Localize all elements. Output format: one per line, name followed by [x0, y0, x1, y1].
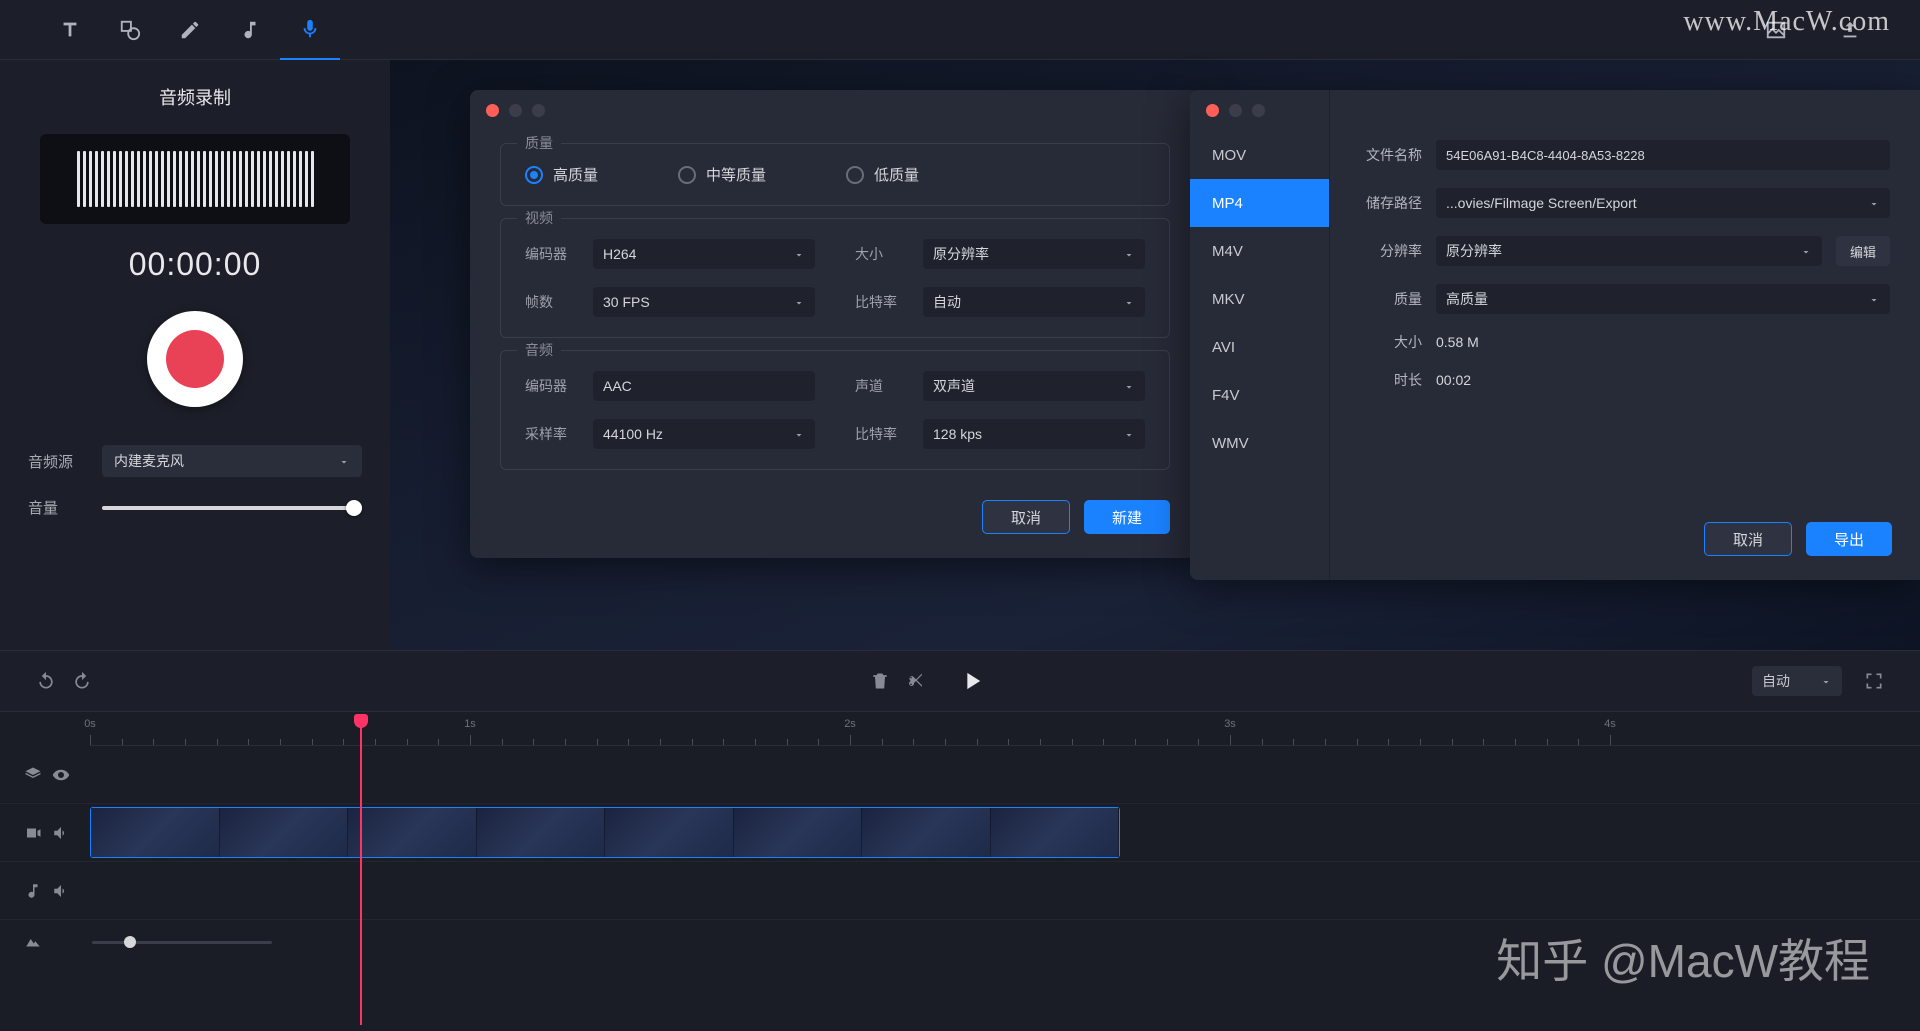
cancel-button[interactable]: 取消 [982, 500, 1070, 534]
format-list: MOV MP4 M4V MKV AVI F4V WMV [1190, 90, 1330, 580]
chevron-down-icon [1820, 675, 1832, 687]
pencil-tool[interactable] [160, 0, 220, 60]
quality-high-radio[interactable]: 高质量 [525, 164, 598, 185]
timeline-ruler[interactable]: 0s1s2s3s4s [90, 712, 1920, 746]
track-layer [0, 746, 1920, 804]
redo-icon[interactable] [64, 663, 100, 699]
text-tool[interactable] [40, 0, 100, 60]
image-icon[interactable] [1746, 0, 1806, 60]
duration-value: 00:02 [1436, 372, 1471, 388]
settings-dialog: 质量 高质量 中等质量 低质量 视频 编码器H264 大小原分辨率 帧数30 F… [470, 90, 1200, 558]
play-icon[interactable] [954, 663, 990, 699]
video-clip[interactable] [90, 807, 1120, 858]
playhead[interactable] [360, 722, 362, 1025]
audio-source-label: 音频源 [28, 451, 84, 472]
quality-fieldset: 质量 高质量 中等质量 低质量 [500, 143, 1170, 206]
zoom-slider[interactable] [92, 941, 272, 944]
audio-fieldset: 音频 编码器AAC 声道双声道 采样率44100 Hz 比特率128 kps [500, 350, 1170, 470]
format-m4v[interactable]: M4V [1190, 227, 1329, 275]
track-zoom [0, 920, 1920, 964]
edit-button[interactable]: 编辑 [1836, 236, 1890, 266]
audio-bitrate-select[interactable]: 128 kps [923, 419, 1145, 449]
export-dialog: MOV MP4 M4V MKV AVI F4V WMV 文件名称54E06A91… [1190, 90, 1920, 580]
audio-sample-select[interactable]: 44100 Hz [593, 419, 815, 449]
mic-tool[interactable] [280, 0, 340, 60]
music-icon[interactable] [24, 882, 42, 900]
quality-medium-radio[interactable]: 中等质量 [678, 164, 766, 185]
video-fieldset: 视频 编码器H264 大小原分辨率 帧数30 FPS 比特率自动 [500, 218, 1170, 338]
speaker-icon[interactable] [52, 824, 70, 842]
shape-tool[interactable] [100, 0, 160, 60]
create-button[interactable]: 新建 [1084, 500, 1170, 534]
filename-input[interactable]: 54E06A91-B4C8-4404-8A53-8228 [1436, 140, 1890, 170]
size-value: 0.58 M [1436, 334, 1479, 350]
record-timer: 00:00:00 [28, 246, 362, 283]
audio-channel-select[interactable]: 双声道 [923, 371, 1145, 401]
format-avi[interactable]: AVI [1190, 323, 1329, 371]
audio-source-select[interactable]: 内建麦克风 [102, 445, 362, 477]
format-mov[interactable]: MOV [1190, 131, 1329, 179]
video-size-select[interactable]: 原分辨率 [923, 239, 1145, 269]
panel-title: 音频录制 [28, 84, 362, 110]
track-video [0, 804, 1920, 862]
quality-low-radio[interactable]: 低质量 [846, 164, 919, 185]
chevron-down-icon [1868, 197, 1880, 209]
chevron-down-icon [1123, 428, 1135, 440]
format-mp4[interactable]: MP4 [1190, 179, 1329, 227]
track-audio [0, 862, 1920, 920]
trash-icon[interactable] [862, 663, 898, 699]
chevron-down-icon [1868, 293, 1880, 305]
window-controls[interactable] [470, 90, 1200, 131]
chevron-down-icon [1800, 245, 1812, 257]
timeline: 0s1s2s3s4s [0, 712, 1920, 1031]
layers-icon[interactable] [24, 766, 42, 784]
video-fps-select[interactable]: 30 FPS [593, 287, 815, 317]
speaker-icon[interactable] [52, 882, 70, 900]
close-icon[interactable] [1206, 104, 1219, 117]
eye-icon[interactable] [52, 766, 70, 784]
chevron-down-icon [793, 248, 805, 260]
chevron-down-icon [793, 428, 805, 440]
music-tool[interactable] [220, 0, 280, 60]
export-cancel-button[interactable]: 取消 [1704, 522, 1792, 556]
record-button[interactable] [147, 311, 243, 407]
video-icon[interactable] [24, 824, 42, 842]
chevron-down-icon [1123, 248, 1135, 260]
export-button[interactable]: 导出 [1806, 522, 1892, 556]
top-toolbar [0, 0, 1920, 60]
chevron-down-icon [1123, 296, 1135, 308]
path-select[interactable]: ...ovies/Filmage Screen/Export [1436, 188, 1890, 218]
chevron-down-icon [1123, 380, 1135, 392]
fullscreen-icon[interactable] [1856, 663, 1892, 699]
volume-slider[interactable] [102, 506, 362, 510]
audio-encoder-field[interactable]: AAC [593, 371, 815, 401]
quality-select[interactable]: 高质量 [1436, 284, 1890, 314]
chevron-down-icon [338, 455, 350, 467]
format-wmv[interactable]: WMV [1190, 419, 1329, 467]
audio-record-panel: 音频录制 00:00:00 音频源 内建麦克风 音量 [0, 60, 390, 650]
volume-label: 音量 [28, 497, 84, 518]
waveform-display [40, 134, 350, 224]
mountain-icon [24, 933, 42, 951]
window-controls[interactable] [1190, 90, 1329, 131]
chevron-down-icon [793, 296, 805, 308]
format-mkv[interactable]: MKV [1190, 275, 1329, 323]
undo-icon[interactable] [28, 663, 64, 699]
export-icon[interactable] [1820, 0, 1880, 60]
close-icon[interactable] [486, 104, 499, 117]
format-f4v[interactable]: F4V [1190, 371, 1329, 419]
zoom-select[interactable]: 自动 [1752, 666, 1842, 696]
video-bitrate-select[interactable]: 自动 [923, 287, 1145, 317]
video-encoder-select[interactable]: H264 [593, 239, 815, 269]
scissors-icon[interactable] [898, 663, 934, 699]
timeline-controls: 自动 [0, 650, 1920, 712]
resolution-select[interactable]: 原分辨率 [1436, 236, 1822, 266]
